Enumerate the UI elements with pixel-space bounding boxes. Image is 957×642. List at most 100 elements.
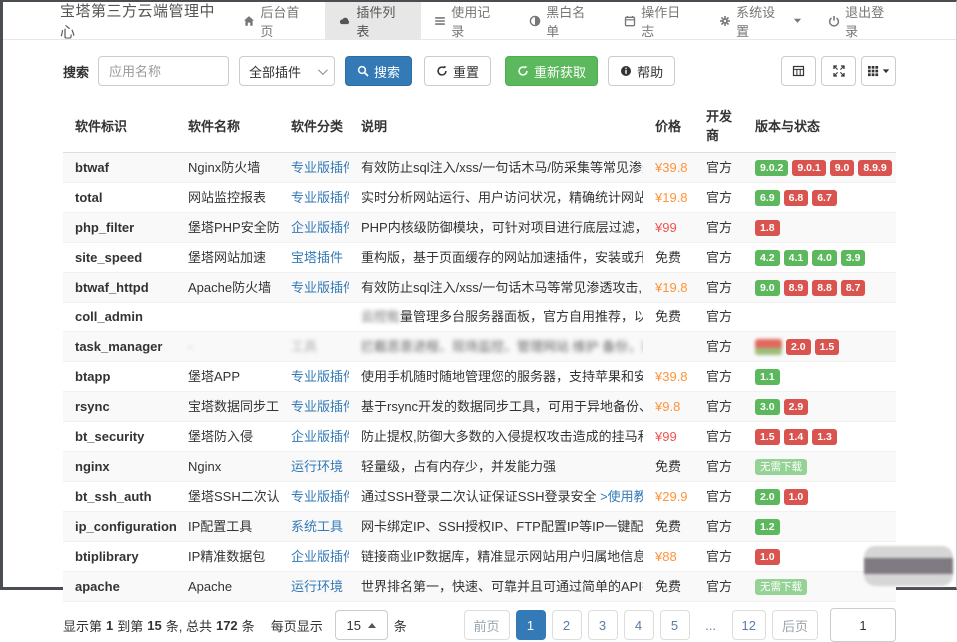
version-badge[interactable]: 4.1: [784, 250, 809, 266]
version-badge[interactable]: 1.8: [755, 220, 780, 236]
nav-item-home[interactable]: 后台首页: [230, 2, 325, 39]
version-badge[interactable]: 6.8: [784, 190, 809, 206]
version-badge[interactable]: 1.5: [815, 339, 840, 355]
version-badge[interactable]: 1.2: [755, 519, 780, 535]
category-link[interactable]: 企业版插件: [291, 429, 349, 444]
version-badge[interactable]: 8.8: [812, 280, 837, 296]
page-jump-input[interactable]: [830, 608, 896, 642]
page-button[interactable]: 2: [552, 610, 582, 640]
version-badge[interactable]: 1.1: [755, 369, 780, 385]
cell-description: 通过SSH登录二次认证保证SSH登录安全 >使用教程: [349, 482, 643, 512]
category-link[interactable]: 企业版插件: [291, 220, 349, 235]
version-badge[interactable]: 4.0: [812, 250, 837, 266]
category-link[interactable]: 专业版插件: [291, 160, 349, 175]
nav-item-label: 系统设置: [736, 2, 788, 40]
version-badge[interactable]: 9.0: [755, 280, 780, 296]
cell-software-name: 堡塔网站加速: [176, 243, 279, 273]
cell-description: 拦截恶意进程、现场监控、管理网站 维护 备份，对比...: [349, 332, 643, 362]
table-row: apacheApache运行环境世界排名第一，快速、可靠并且可通过简单的API扩…: [63, 572, 896, 602]
category-link[interactable]: 系统工具: [291, 519, 343, 534]
cell-versions: 1.2: [743, 512, 896, 542]
columns-button[interactable]: [861, 56, 896, 86]
version-badge[interactable]: 2.9: [784, 399, 809, 415]
page-button[interactable]: 5: [660, 610, 690, 640]
description-text: 链接商业IP数据库，精准显示网站用户归属地信息。暂时...: [361, 549, 643, 564]
page-button[interactable]: 后页: [772, 610, 818, 640]
version-badge[interactable]: 1.4: [784, 429, 809, 445]
category-select[interactable]: 全部插件: [239, 56, 335, 86]
cell-developer: 官方: [694, 452, 743, 482]
version-badge[interactable]: 2.0: [786, 339, 811, 355]
brand-title: 宝塔第三方云端管理中心: [60, 0, 230, 42]
search-button[interactable]: 搜索: [345, 56, 412, 86]
category-link[interactable]: 专业版插件: [291, 399, 349, 414]
cell-developer: 官方: [694, 542, 743, 572]
page-button[interactable]: 3: [588, 610, 618, 640]
nav-item-plugin-list[interactable]: 插件列表: [325, 2, 421, 39]
version-badge[interactable]: 3.9: [841, 250, 866, 266]
version-badge[interactable]: 6.7: [812, 190, 837, 206]
version-badge[interactable]: 无需下载: [755, 459, 807, 475]
nav-item-operation-log[interactable]: 操作日志: [611, 2, 706, 39]
nav-item-blackwhite-list[interactable]: 黑白名单: [516, 2, 611, 39]
version-badge[interactable]: 1.0: [784, 489, 809, 505]
version-badge[interactable]: 8.7: [841, 280, 866, 296]
version-badge[interactable]: 4.2: [755, 250, 780, 266]
refresh-button[interactable]: 重新获取: [505, 56, 598, 86]
search-input[interactable]: [98, 56, 229, 86]
cell-category: 专业版插件: [279, 482, 349, 512]
version-badge[interactable]: 无需下载: [755, 579, 807, 595]
table-row: btwaf_httpdApache防火墙专业版插件有效防止sql注入/xss/一…: [63, 273, 896, 303]
nav-item-usage-log[interactable]: 使用记录: [421, 2, 516, 39]
version-badge[interactable]: 8.9.9: [858, 160, 891, 176]
version-badge[interactable]: 8.9: [784, 280, 809, 296]
table-row: site_speed堡塔网站加速宝塔插件重构版，基于页面缓存的网站加速插件，安装…: [63, 243, 896, 273]
category-link[interactable]: 专业版插件: [291, 190, 349, 205]
software-id: bt_ssh_auth: [75, 489, 152, 504]
category-link[interactable]: 专业版插件: [291, 489, 349, 504]
page-ellipsis[interactable]: ...: [696, 610, 726, 640]
page-button[interactable]: 1: [516, 610, 546, 640]
cell-price: 免费: [643, 572, 694, 602]
version-badge[interactable]: 1.5: [755, 429, 780, 445]
version-badge[interactable]: 3.0: [755, 399, 780, 415]
nav-item-system-settings[interactable]: 系统设置: [706, 2, 815, 39]
page-button[interactable]: 前页: [464, 610, 510, 640]
version-badge[interactable]: 2.0: [755, 489, 780, 505]
fullscreen-button[interactable]: [821, 56, 856, 86]
detail-view-button[interactable]: [781, 56, 816, 86]
category-link[interactable]: 企业版插件: [291, 549, 349, 564]
developer: 官方: [706, 369, 732, 384]
price: ¥99: [655, 429, 677, 444]
description-link[interactable]: >使用教程: [600, 489, 643, 504]
redaction-blob: [864, 546, 953, 586]
category-link[interactable]: 运行环境: [291, 579, 343, 594]
cell-software-id: btwaf: [63, 153, 176, 183]
category-link[interactable]: 宝塔插件: [291, 250, 343, 265]
category-link[interactable]: 专业版插件: [291, 369, 349, 384]
caret-down-icon: [882, 67, 890, 75]
category-link[interactable]: 运行环境: [291, 459, 343, 474]
price: ¥29.9: [655, 489, 688, 504]
nav-item-logout[interactable]: 退出登录: [815, 2, 910, 39]
software-name: ·: [188, 339, 192, 354]
version-badge[interactable]: 1.3: [812, 429, 837, 445]
help-button[interactable]: 帮助: [608, 56, 675, 86]
page-button[interactable]: 4: [624, 610, 654, 640]
cell-software-name: 堡塔防入侵: [176, 422, 279, 452]
description-text: 通过SSH登录二次认证保证SSH登录安全: [361, 489, 600, 504]
category-link[interactable]: 专业版插件: [291, 280, 349, 295]
version-badge[interactable]: 9.0.1: [792, 160, 825, 176]
version-badge[interactable]: 1.0: [755, 549, 780, 565]
cell-software-id: coll_admin: [63, 303, 176, 332]
version-badge[interactable]: 6.9: [755, 190, 780, 206]
reset-button[interactable]: 重置: [424, 56, 491, 86]
cell-description: 世界排名第一，快速、可靠并且可通过简单的API扩充: [349, 572, 643, 602]
version-badge[interactable]: 9.0: [830, 160, 855, 176]
page-size-select[interactable]: 15: [335, 610, 388, 640]
version-badge[interactable]: 9.0.2: [755, 160, 788, 176]
cell-software-id: btiplibrary: [63, 542, 176, 572]
cell-software-name: 网站监控报表: [176, 183, 279, 213]
cell-description: 轻量级，占有内存少，并发能力强: [349, 452, 643, 482]
page-button[interactable]: 12: [732, 610, 766, 640]
